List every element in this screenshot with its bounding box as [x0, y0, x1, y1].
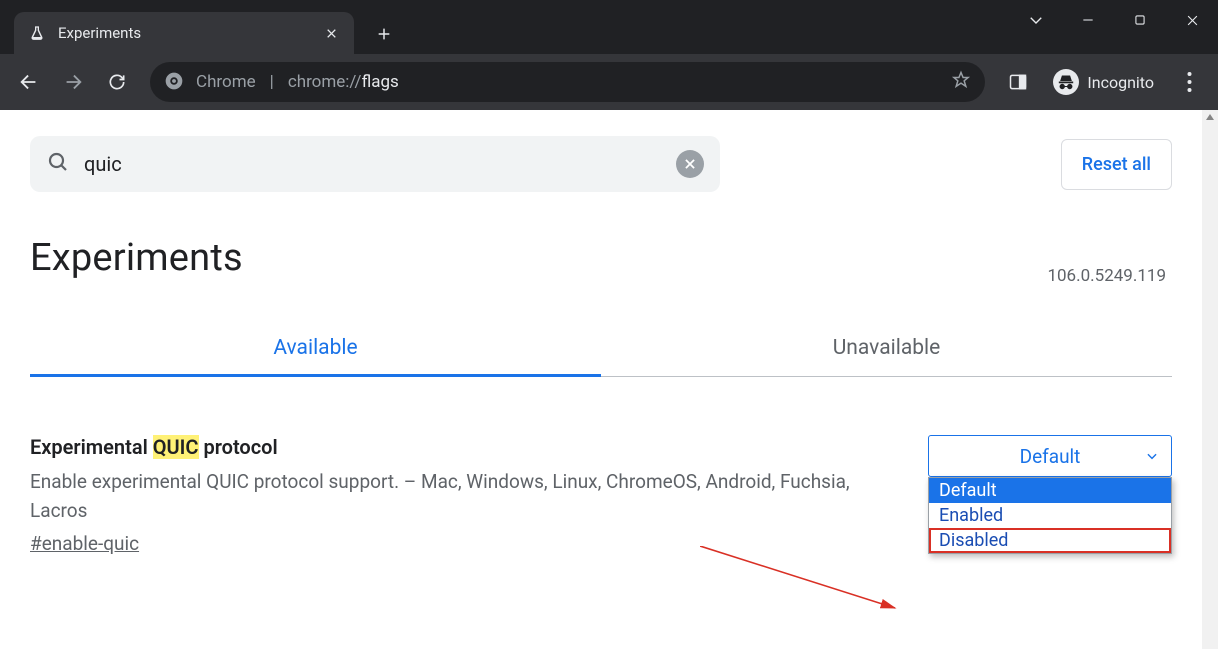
bookmark-star-icon[interactable] [951, 70, 971, 94]
reload-button[interactable] [98, 63, 136, 101]
scrollbar-up-icon[interactable] [1204, 110, 1216, 124]
flags-tabs: Available Unavailable [30, 324, 1172, 377]
flag-select-dropdown: Default Enabled Disabled [928, 477, 1172, 554]
incognito-label: Incognito [1087, 73, 1154, 92]
new-tab-button[interactable] [368, 18, 400, 50]
browser-tab[interactable]: Experiments [14, 12, 354, 54]
incognito-badge[interactable]: Incognito [1043, 65, 1164, 99]
window-controls [1010, 0, 1218, 40]
option-disabled[interactable]: Disabled [929, 528, 1171, 553]
omnibox-separator: | [266, 72, 278, 92]
close-window-button[interactable] [1166, 0, 1218, 40]
option-enabled[interactable]: Enabled [929, 503, 1171, 528]
back-button[interactable] [10, 63, 48, 101]
tab-available[interactable]: Available [30, 324, 601, 377]
address-bar[interactable]: Chrome | chrome://flags [150, 62, 985, 102]
close-tab-icon[interactable] [322, 24, 340, 42]
content-area: Reset all Experiments 106.0.5249.119 Ava… [0, 110, 1218, 649]
search-icon [46, 150, 70, 178]
flag-title-highlight: QUIC [153, 435, 199, 459]
flags-search-input[interactable] [84, 152, 662, 176]
incognito-icon [1053, 69, 1079, 95]
flag-title-post: protocol [199, 435, 278, 459]
title-bar: Experiments [0, 0, 1218, 54]
omnibox-label: Chrome [196, 72, 256, 92]
browser-menu-icon[interactable] [1170, 63, 1208, 101]
page-title: Experiments [30, 236, 1172, 280]
clear-search-icon[interactable] [676, 150, 704, 178]
side-panel-icon[interactable] [999, 63, 1037, 101]
maximize-button[interactable] [1114, 0, 1166, 40]
flag-title-pre: Experimental [30, 435, 153, 459]
flag-description: Enable experimental QUIC protocol suppor… [30, 467, 904, 526]
chrome-icon [164, 71, 186, 93]
omnibox-path-bold: flags [362, 72, 399, 92]
annotation-arrow [700, 546, 920, 626]
flag-title: Experimental QUIC protocol [30, 435, 904, 459]
minimize-button[interactable] [1062, 0, 1114, 40]
browser-toolbar: Chrome | chrome://flags Incognito [0, 54, 1218, 110]
omnibox-path-dim: chrome:// [288, 72, 362, 92]
flag-anchor-link[interactable]: #enable-quic [30, 532, 139, 555]
flag-select-value: Default [1020, 445, 1081, 468]
flag-row-enable-quic: Experimental QUIC protocol Enable experi… [30, 435, 1172, 555]
tab-title: Experiments [58, 24, 310, 42]
option-default[interactable]: Default [929, 478, 1171, 503]
flags-search-box[interactable] [30, 136, 720, 192]
forward-button[interactable] [54, 63, 92, 101]
tab-search-chevron-icon[interactable] [1010, 0, 1062, 40]
flask-icon [28, 24, 46, 42]
chrome-version: 106.0.5249.119 [1047, 266, 1166, 286]
flag-select[interactable]: Default [928, 435, 1172, 477]
tab-unavailable[interactable]: Unavailable [601, 324, 1172, 377]
chevron-down-icon [1145, 445, 1159, 468]
reset-all-button[interactable]: Reset all [1061, 139, 1172, 190]
